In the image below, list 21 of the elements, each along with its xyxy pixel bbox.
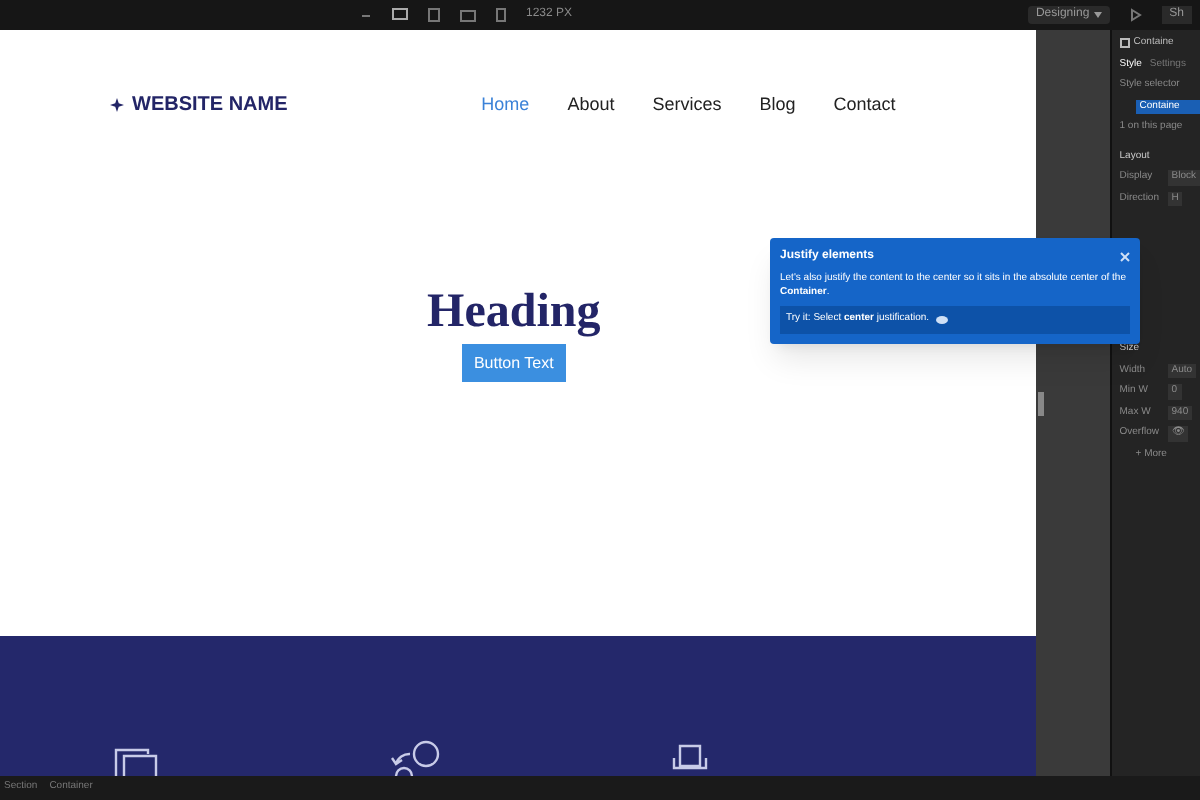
eye-icon <box>935 315 948 324</box>
phone-icon[interactable] <box>496 8 506 22</box>
minus-icon[interactable] <box>360 9 372 21</box>
heading: Heading <box>427 284 601 340</box>
resize-handle[interactable] <box>1037 391 1044 415</box>
cta-button[interactable]: Button Text <box>461 344 566 382</box>
square-icon <box>1119 38 1130 49</box>
caret-icon <box>1093 12 1102 18</box>
documents-icon <box>114 748 162 776</box>
star-icon <box>110 98 124 112</box>
landscape-icon[interactable] <box>460 9 476 21</box>
nav-link[interactable]: Services <box>652 91 722 119</box>
website-name[interactable]: WEBSITE NAME <box>132 90 288 120</box>
tablet-icon[interactable] <box>428 8 440 22</box>
nav-link[interactable]: Home <box>481 91 530 119</box>
preview-icon[interactable] <box>1129 8 1142 22</box>
nav-link[interactable]: About <box>567 91 615 119</box>
desktop-icon[interactable] <box>392 8 408 22</box>
nav-link[interactable]: Blog <box>759 91 796 119</box>
close-icon[interactable] <box>1120 252 1130 262</box>
nav-link[interactable]: Contact <box>833 91 896 119</box>
